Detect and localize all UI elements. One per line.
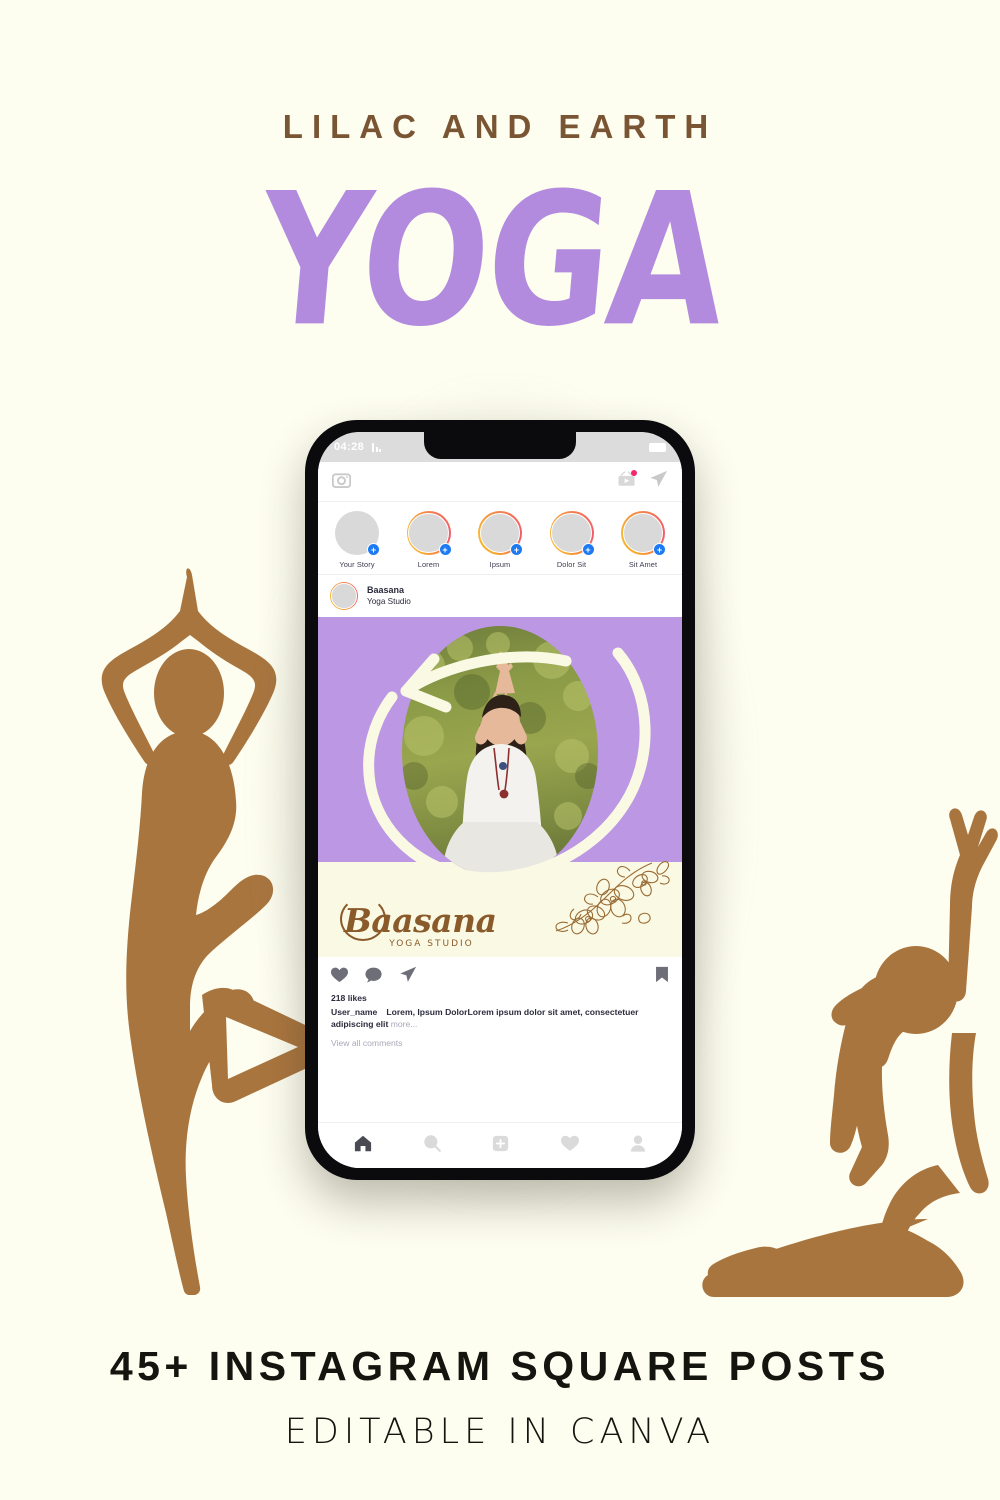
caption-text: Lorem, Ipsum DolorLorem ipsum dolor sit … — [331, 1007, 639, 1030]
story-label: Dolor Sit — [556, 560, 587, 569]
igtv-icon[interactable] — [618, 470, 637, 492]
paper-plane-icon[interactable] — [649, 470, 668, 493]
story-label: Your Story — [339, 560, 375, 569]
home-icon[interactable] — [354, 1135, 372, 1157]
poster-footer-main: 45+ INSTAGRAM SQUARE POSTS — [109, 1343, 891, 1389]
post-photo-oval — [402, 626, 598, 878]
poster-headline: YOGA — [251, 155, 732, 368]
phone-screen: 04:28 + Your Story + Lorem + Ipsum + Dol… — [318, 432, 682, 1168]
view-all-comments-link[interactable]: View all comments — [331, 1038, 669, 1048]
phone-mockup: 04:28 + Your Story + Lorem + Ipsum + Dol… — [305, 420, 695, 1180]
post-brand-logo: Baasana YOGA STUDIO — [340, 897, 519, 949]
story-avatar-ring: + — [478, 511, 523, 556]
status-bar: 04:28 — [318, 432, 682, 462]
post-caption: User_name Lorem, Ipsum DolorLorem ipsum d… — [331, 1006, 669, 1031]
signal-bars-icon — [372, 442, 382, 452]
post-account-name: Baasana — [367, 585, 405, 596]
story-label: Ipsum — [489, 560, 511, 569]
camera-icon[interactable] — [331, 471, 352, 493]
post-header-text: Baasana Yoga Studio — [367, 585, 411, 607]
caption-more-link[interactable]: more... — [391, 1019, 418, 1029]
story-item-2[interactable]: + Ipsum — [469, 511, 531, 569]
post-header[interactable]: Baasana Yoga Studio — [318, 575, 682, 617]
story-item-4[interactable]: + Sit Amet — [612, 511, 674, 569]
story-label: Lorem — [417, 560, 440, 569]
add-story-badge[interactable]: + — [367, 543, 380, 556]
post-actions — [318, 957, 682, 993]
add-story-badge[interactable]: + — [510, 543, 523, 556]
avatar — [331, 583, 357, 609]
poster-kicker: LILAC AND EARTH — [282, 108, 718, 145]
story-avatar-ring: + — [406, 511, 452, 556]
add-story-badge[interactable]: + — [438, 543, 452, 556]
add-story-badge[interactable]: + — [581, 543, 595, 556]
poster-footer-block: 45+ INSTAGRAM SQUARE POSTS EDITABLE IN C… — [0, 1343, 1000, 1452]
profile-icon[interactable] — [630, 1135, 646, 1157]
story-avatar-ring: + — [621, 511, 666, 556]
post-meta: 218 likes User_name Lorem, Ipsum DolorLor… — [318, 993, 682, 1054]
battery-icon — [649, 442, 666, 452]
story-item-your-story[interactable]: + Your Story — [326, 511, 388, 569]
heart-icon[interactable] — [331, 967, 348, 988]
story-avatar-ring: + — [335, 511, 380, 556]
add-story-badge[interactable]: + — [653, 543, 666, 556]
post-account-subtitle: Yoga Studio — [367, 596, 411, 606]
story-item-1[interactable]: + Lorem — [398, 511, 460, 569]
post-avatar-ring[interactable] — [330, 582, 358, 610]
poster-headline-block: LILAC AND EARTH YOGA — [0, 0, 1000, 367]
likes-count: 218 likes — [331, 993, 367, 1003]
floral-ornament-icon — [555, 861, 670, 935]
yoga-silhouette-seated-pose-icon — [702, 808, 998, 1297]
story-item-3[interactable]: + Dolor Sit — [541, 511, 603, 569]
phone-notch — [424, 432, 576, 459]
search-icon[interactable] — [423, 1134, 441, 1157]
heart-icon[interactable] — [560, 1135, 579, 1157]
comment-bubble-icon[interactable] — [365, 967, 382, 988]
paper-plane-icon[interactable] — [399, 966, 417, 988]
post-image[interactable]: Baasana YOGA STUDIO — [318, 617, 682, 957]
story-avatar-ring: + — [549, 511, 595, 556]
poster-footer-sub: EDITABLE IN CANVA — [284, 1412, 716, 1452]
story-label: Sit Amet — [628, 560, 658, 569]
logo-circle-decoration — [340, 897, 386, 941]
bookmark-icon[interactable] — [655, 966, 669, 988]
instagram-top-bar — [318, 462, 682, 502]
instagram-tab-bar — [318, 1122, 682, 1168]
brand-tagline: YOGA STUDIO — [389, 939, 474, 949]
photo-yoga-woman — [402, 632, 598, 878]
caption-username[interactable]: User_name — [331, 1007, 377, 1017]
status-bar-time: 04:28 — [334, 441, 365, 453]
igtv-badge — [631, 470, 637, 476]
add-post-icon[interactable] — [492, 1135, 509, 1157]
stories-row: + Your Story + Lorem + Ipsum + Dolor Sit… — [318, 502, 682, 575]
